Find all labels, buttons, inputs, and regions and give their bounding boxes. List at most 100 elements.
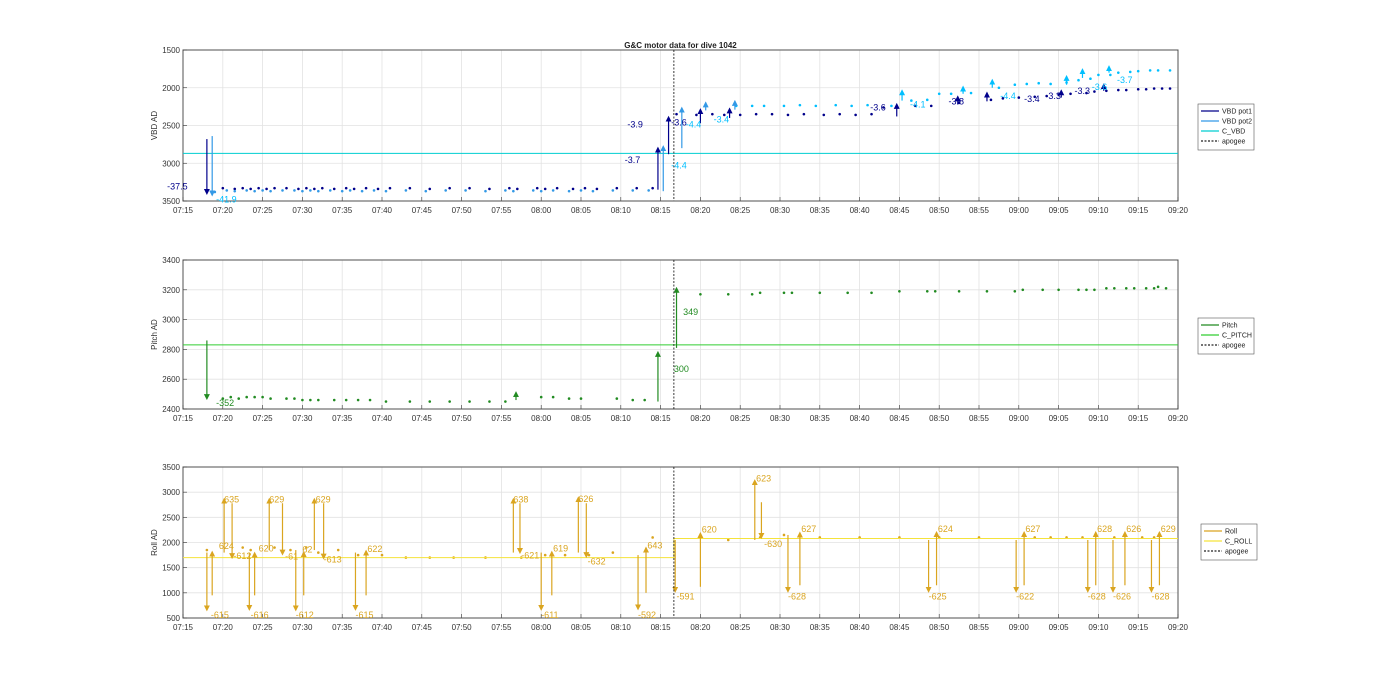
y-tick-label: 2400: [162, 405, 180, 414]
data-point-pitch: [758, 291, 762, 295]
data-point-pitch: [261, 395, 264, 399]
data-label: -611: [541, 610, 558, 620]
data-label: 626: [578, 494, 593, 504]
x-tick-label: 09:05: [1049, 623, 1070, 632]
data-point-vbd-pot2: [949, 92, 953, 96]
x-tick-label: 07:20: [213, 206, 234, 215]
data-point-vbd-pot1: [1160, 87, 1164, 90]
data-label: 638: [513, 495, 528, 505]
data-point-pitch: [488, 400, 491, 403]
x-tick-label: 07:30: [292, 623, 313, 632]
data-point-vbd-pot2: [372, 189, 376, 192]
data-point-pitch: [1132, 287, 1136, 290]
x-tick-label: 07:35: [332, 623, 353, 632]
data-label: -352: [216, 398, 234, 408]
panel-1: 07:15 07:20 07:25 07:30 07:35 07:40 07:45 07:50…: [150, 41, 1255, 215]
data-point-vbd-pot2: [997, 86, 1001, 90]
panel-2: 07:15 07:20 07:25 07:30 07:35 07:40 07:45 07:50…: [150, 256, 1255, 423]
data-point-pitch: [1085, 288, 1088, 292]
data-point-vbd-pot2: [293, 189, 296, 192]
data-point-pitch: [468, 400, 471, 403]
data-point-pitch: [579, 397, 583, 400]
x-tick-label: 08:20: [690, 206, 711, 215]
data-point-pitch: [567, 397, 571, 400]
data-point-vbd-pot1: [257, 186, 260, 190]
data-label: 635: [224, 495, 239, 505]
data-point-vbd-pot2: [404, 189, 408, 192]
data-point-vbd-pot1: [695, 113, 698, 117]
x-tick-label: 08:30: [770, 623, 791, 632]
x-tick-label: 08:00: [531, 414, 552, 423]
x-tick-label: 08:50: [929, 623, 950, 632]
data-point-roll: [205, 548, 209, 552]
data-label: 627: [801, 524, 816, 534]
legend-entry: Roll: [1225, 529, 1238, 536]
x-tick-label: 08:20: [690, 623, 711, 632]
x-tick-label: 07:55: [491, 206, 512, 215]
y-tick-label: 2000: [162, 539, 180, 548]
y-tick-label: 2600: [162, 375, 180, 384]
data-point-pitch: [309, 398, 312, 402]
data-label: 623: [756, 474, 771, 484]
x-tick-label: 07:40: [372, 623, 393, 632]
data-point-vbd-pot1: [241, 186, 244, 190]
data-point-pitch: [301, 398, 304, 402]
data-point-vbd-pot1: [488, 187, 491, 191]
x-tick-label: 08:00: [531, 623, 552, 632]
data-point-pitch: [368, 398, 372, 402]
y-tick-label: 2500: [162, 122, 180, 131]
data-point-vbd-pot1: [738, 113, 742, 117]
data-point-roll: [543, 553, 547, 557]
data-point-vbd-pot2: [762, 104, 766, 108]
data-point-pitch: [332, 398, 336, 402]
y-tick-label: 2500: [162, 513, 180, 522]
data-point-vbd-pot1: [635, 186, 639, 190]
data-point-vbd-pot2: [531, 189, 535, 192]
data-point-vbd-pot1: [786, 113, 790, 117]
data-point-vbd-pot1: [754, 112, 758, 116]
data-label: -622: [1016, 591, 1034, 601]
x-tick-label: 08:40: [850, 623, 871, 632]
data-point-vbd-pot1: [651, 186, 654, 190]
data-point-pitch: [726, 292, 730, 296]
data-point-pitch: [408, 400, 412, 403]
data-label: -612: [233, 551, 251, 561]
data-point-vbd-pot2: [233, 189, 237, 193]
data-point-vbd-pot2: [1049, 82, 1052, 86]
data-point-vbd-pot1: [332, 187, 336, 191]
data-point-vbd-pot1: [305, 186, 308, 190]
x-tick-label: 08:35: [810, 623, 831, 632]
data-label: 629: [269, 495, 284, 505]
x-tick-label: 08:35: [810, 414, 831, 423]
data-point-vbd-pot1: [221, 186, 225, 190]
data-point-pitch: [1041, 288, 1044, 292]
data-label: -632: [588, 557, 606, 567]
data-label: 624: [219, 541, 234, 551]
data-point-roll: [563, 553, 567, 557]
data-label: 624: [938, 524, 953, 534]
data-point-pitch: [985, 289, 989, 293]
x-tick-label: 08:40: [850, 414, 871, 423]
data-point-vbd-pot1: [352, 187, 356, 191]
data-point-roll: [782, 533, 786, 537]
data-label: -628: [788, 591, 806, 601]
data-point-vbd-pot2: [317, 189, 320, 193]
data-label: -615: [355, 610, 373, 620]
data-point-vbd-pot2: [937, 92, 941, 96]
data-point-pitch: [925, 289, 929, 293]
y-tick-label: 500: [167, 614, 181, 623]
data-label: -3.4: [1024, 94, 1040, 104]
data-label: -3.7: [625, 155, 641, 165]
panel-3: 07:15 07:20 07:25 07:30 07:35 07:40 07:45 07:50…: [150, 463, 1258, 632]
data-point-pitch: [356, 398, 360, 402]
data-point-vbd-pot2: [1168, 69, 1172, 72]
data-point-vbd-pot2: [750, 104, 754, 108]
legend-entry: apogee: [1222, 343, 1245, 350]
x-tick-label: 08:25: [730, 414, 751, 423]
data-label: -41.9: [216, 194, 237, 204]
data-point-pitch: [1124, 287, 1128, 290]
data-point-pitch: [428, 400, 432, 403]
data-label: 619: [553, 544, 568, 554]
x-tick-label: 08:55: [969, 414, 990, 423]
data-point-vbd-pot2: [1037, 81, 1040, 85]
